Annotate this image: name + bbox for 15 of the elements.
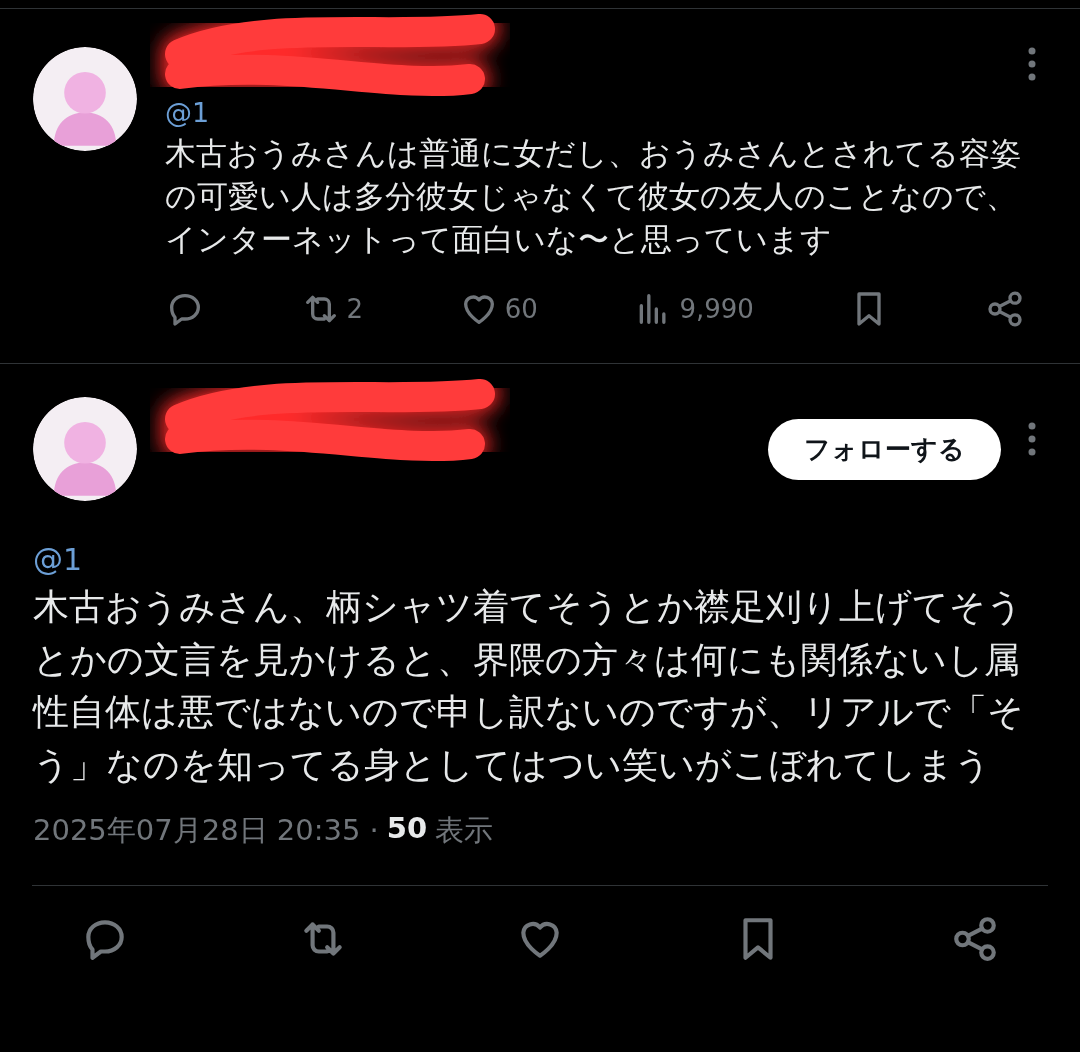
more-icon[interactable] [1028, 47, 1036, 81]
mention-link[interactable]: @1 [33, 542, 83, 577]
views-button[interactable]: 9,990 [633, 289, 754, 329]
like-button[interactable]: 60 [458, 289, 538, 329]
repost-button[interactable]: 2 [300, 289, 364, 329]
avatar-icon[interactable] [33, 397, 137, 501]
view-count: 50 [386, 811, 428, 847]
tweet-text: 木古おうみさん、柄シャツ着てそうとか襟足刈り上げてそうとかの文言を見かけると、界隈の方々は何にも関係ないし属性自体は悪ではないので申し訳ないのですが、リアルで「そう」なのを知ってる身としてはつい笑いがこぼれてしまう [33, 584, 1025, 788]
mention-link[interactable]: @1 [165, 97, 1037, 128]
avatar-icon[interactable] [33, 47, 137, 151]
views-label: 表示 [435, 812, 494, 849]
tweet-text: 木古おうみさんは普通に女だし、おうみさんとされてる容姿の可愛い人は多分彼女じゃなくて彼女の友人のことなので、インターネットって面白いな〜と思っています [165, 135, 1022, 259]
follow-button[interactable]: フォローする [768, 418, 1001, 480]
timestamp: 2025年07月28日 20:35 · [33, 812, 379, 849]
more-icon[interactable] [1028, 422, 1036, 456]
